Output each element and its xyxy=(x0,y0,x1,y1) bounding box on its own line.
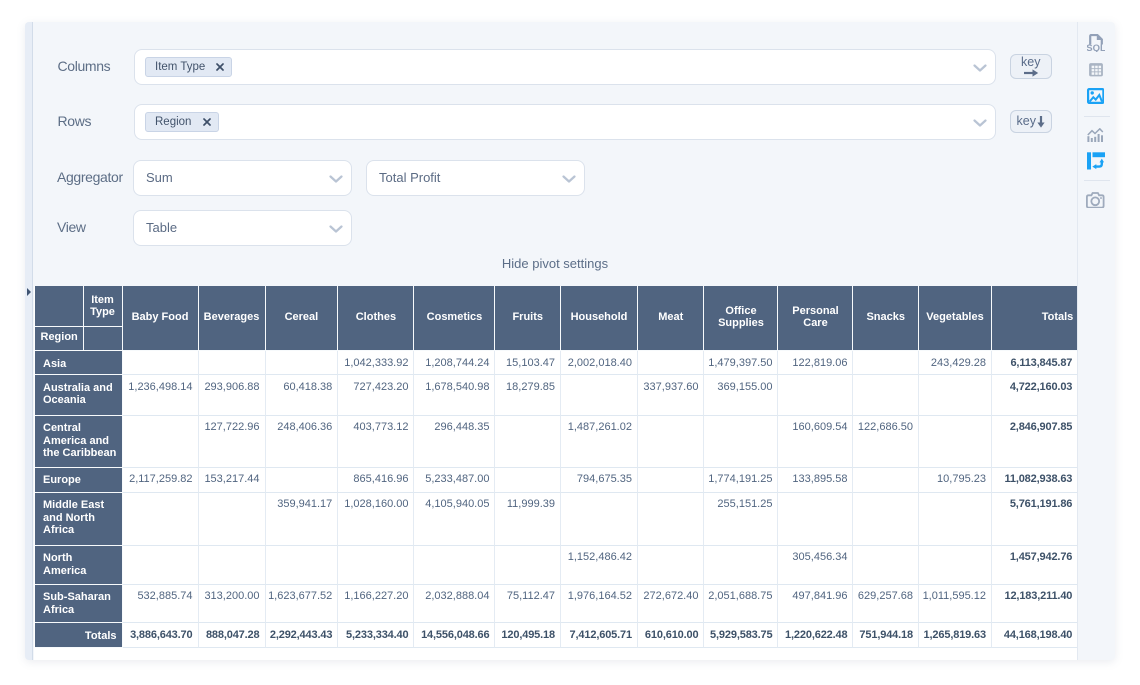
svg-text:SQL: SQL xyxy=(1087,43,1105,52)
